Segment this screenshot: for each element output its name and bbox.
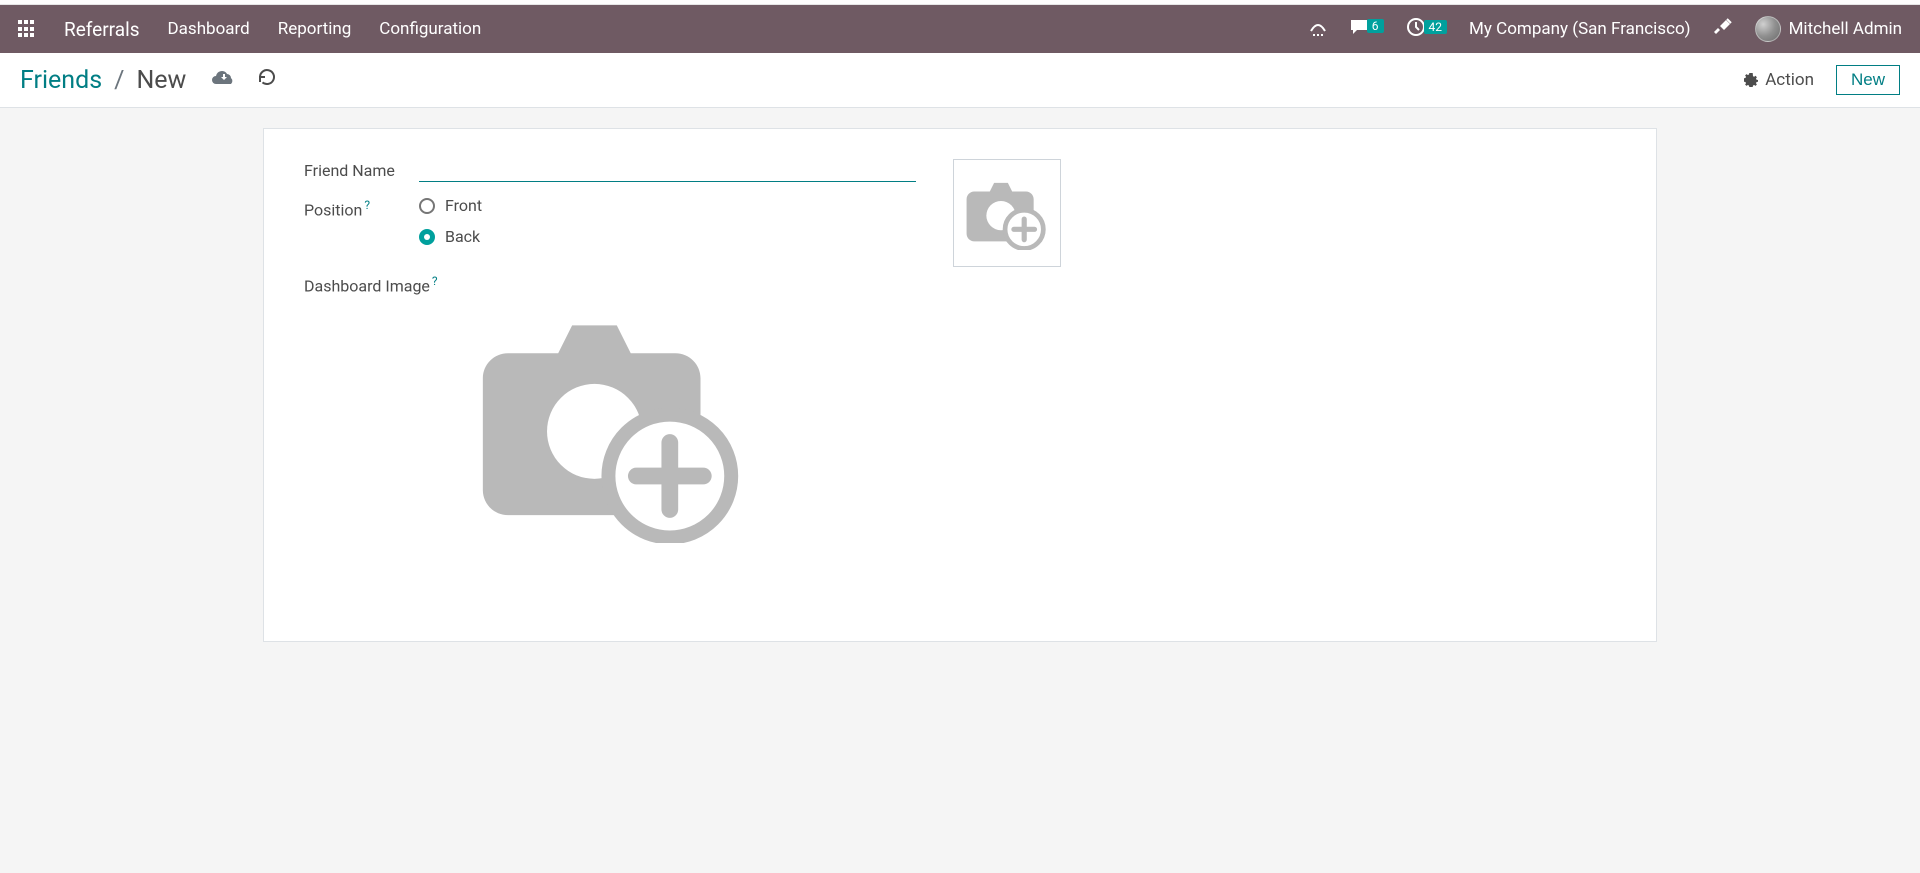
image-upload-small[interactable] — [953, 159, 1061, 267]
messaging-badge: 6 — [1367, 19, 1384, 33]
nav-reporting[interactable]: Reporting — [278, 19, 352, 39]
position-back-label: Back — [445, 227, 480, 246]
debug-icon[interactable] — [1713, 17, 1733, 42]
user-name: Mitchell Admin — [1789, 19, 1902, 39]
support-icon[interactable] — [1309, 23, 1327, 36]
apps-icon[interactable] — [18, 20, 36, 38]
company-switcher[interactable]: My Company (San Francisco) — [1469, 19, 1691, 39]
friend-name-label: Friend Name — [304, 157, 419, 180]
user-menu[interactable]: Mitchell Admin — [1755, 16, 1902, 42]
breadcrumb-current: New — [136, 66, 186, 95]
dashboard-image-upload[interactable] — [474, 303, 1616, 547]
new-button[interactable]: New — [1836, 65, 1900, 95]
radio-icon — [419, 198, 435, 214]
position-option-back[interactable]: Back — [419, 227, 482, 246]
camera-plus-icon — [474, 303, 754, 543]
breadcrumb-root[interactable]: Friends — [20, 66, 102, 95]
dashboard-image-help-icon[interactable]: ? — [432, 274, 438, 288]
top-navbar: Referrals Dashboard Reporting Configurat… — [0, 5, 1920, 53]
messaging-icon[interactable]: 6 — [1349, 18, 1384, 41]
avatar — [1755, 16, 1781, 42]
position-help-icon[interactable]: ? — [364, 198, 370, 212]
position-option-front[interactable]: Front — [419, 196, 482, 215]
gear-icon — [1743, 72, 1759, 88]
camera-plus-icon — [964, 176, 1050, 250]
breadcrumb-sep: / — [114, 66, 124, 95]
activities-badge: 42 — [1424, 20, 1448, 34]
nav-dashboard[interactable]: Dashboard — [168, 19, 250, 39]
friend-name-input[interactable] — [419, 157, 916, 182]
position-front-label: Front — [445, 196, 482, 215]
activities-icon[interactable]: 42 — [1406, 17, 1448, 42]
control-panel: Friends / New Action New — [0, 53, 1920, 108]
save-cloud-icon[interactable] — [212, 66, 236, 94]
dashboard-image-label: Dashboard Image? — [304, 274, 1616, 295]
nav-configuration[interactable]: Configuration — [379, 19, 481, 39]
form-sheet: Friend Name Position? Front Back — [263, 128, 1657, 642]
breadcrumb: Friends / New — [20, 66, 186, 95]
position-label: Position? — [304, 194, 419, 219]
action-menu[interactable]: Action — [1743, 70, 1814, 90]
discard-icon[interactable] — [256, 66, 278, 94]
radio-icon — [419, 229, 435, 245]
app-name[interactable]: Referrals — [64, 18, 140, 41]
action-menu-label: Action — [1765, 70, 1814, 90]
